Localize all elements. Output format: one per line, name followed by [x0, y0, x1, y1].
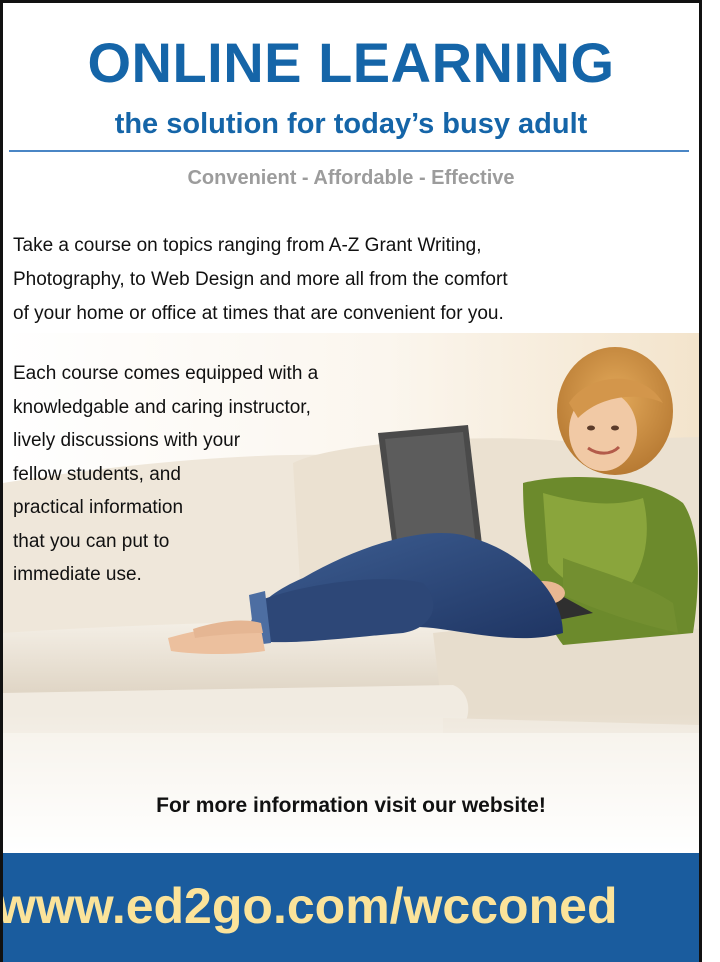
feature-line: knowledgable and caring instructor, [13, 396, 311, 418]
feature-line: that you can put to [13, 530, 170, 552]
intro-line: Photography, to Web Design and more all … [13, 269, 508, 290]
divider [9, 150, 689, 152]
subheadline: the solution for today’s busy adult [114, 108, 588, 140]
tagline: Convenient - Affordable - Effective [187, 167, 515, 189]
feature-line: lively discussions with your [13, 430, 241, 451]
url-banner: www.ed2go.com/wcconed [3, 853, 699, 962]
intro-line: Take a course on topics ranging from A-Z… [13, 235, 482, 256]
feature-line: Each course comes equipped with a [13, 363, 319, 384]
headline: ONLINE LEARNING [87, 31, 615, 94]
feature-line: practical information [13, 497, 184, 518]
call-to-action: For more information visit our website! [156, 794, 546, 817]
feature-line: immediate use. [13, 564, 142, 585]
feature-line: fellow students, and [13, 463, 181, 485]
intro-paragraph: Take a course on topics ranging from A-Z… [13, 229, 698, 331]
intro-line: of your home or office at times that are… [13, 303, 504, 324]
page-margin [702, 0, 720, 962]
website-url[interactable]: www.ed2go.com/wcconed [3, 877, 699, 935]
flyer: ONLINE LEARNING the solution for today’s… [0, 0, 702, 962]
features-paragraph: Each course comes equipped with a knowle… [13, 357, 433, 592]
